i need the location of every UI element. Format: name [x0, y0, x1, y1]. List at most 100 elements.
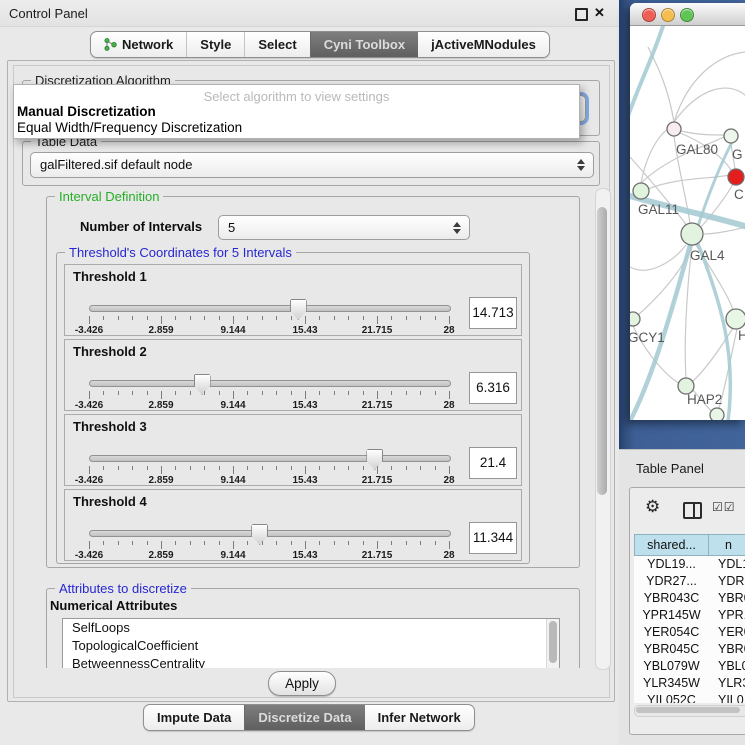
network-edge[interactable]: [630, 245, 686, 270]
network-edge[interactable]: [681, 131, 724, 135]
network-edge[interactable]: [704, 227, 745, 234]
cell-name[interactable]: YBR0: [709, 590, 745, 607]
tab-style[interactable]: Style: [186, 32, 244, 57]
number-of-intervals-label: Number of Intervals: [80, 219, 202, 234]
cell-shared-name[interactable]: YIL052C: [634, 692, 709, 703]
table-row[interactable]: YDL19...YDL1: [634, 556, 745, 573]
cell-name[interactable]: YPR1: [709, 607, 745, 624]
slider-tick-label: -3.426: [75, 550, 103, 561]
numerical-attributes-list[interactable]: SelfLoopsTopologicalCoefficientBetweenne…: [62, 618, 560, 668]
slider-tick-label: 2.859: [148, 325, 173, 336]
gear-icon[interactable]: ⚙: [645, 497, 660, 517]
cell-shared-name[interactable]: YBL079W: [634, 658, 709, 675]
slider-track[interactable]: [89, 455, 451, 462]
tab-jactivemnodules[interactable]: jActiveMNodules: [418, 32, 549, 57]
node-label: GAL80: [676, 142, 718, 157]
network-thick-edge[interactable]: [630, 26, 663, 119]
network-edge[interactable]: [638, 245, 692, 315]
tab-infer-network[interactable]: Infer Network: [365, 705, 474, 730]
threshold-slider[interactable]: -3.4262.8599.14415.4321.71528: [89, 526, 449, 560]
cell-shared-name[interactable]: YPR145W: [634, 607, 709, 624]
network-window-titlebar[interactable]: [630, 3, 745, 26]
slider-track[interactable]: [89, 380, 451, 387]
threshold-value-field[interactable]: 14.713: [469, 297, 517, 329]
settings-scrollbar-thumb[interactable]: [597, 207, 607, 495]
attribute-list-item[interactable]: TopologicalCoefficient: [63, 637, 559, 655]
close-icon[interactable]: ✕: [594, 5, 605, 21]
number-of-intervals-combobox[interactable]: 5: [218, 215, 470, 240]
table-row[interactable]: YBR043CYBR0: [634, 590, 745, 607]
cell-name[interactable]: YBR0: [709, 641, 745, 658]
cell-name[interactable]: YIL0: [709, 692, 745, 703]
table-row[interactable]: YBR045CYBR0: [634, 641, 745, 658]
table-row[interactable]: YPR145WYPR1: [634, 607, 745, 624]
close-traffic-light-icon[interactable]: [642, 8, 656, 22]
table-row[interactable]: YBL079WYBL0: [634, 658, 745, 675]
float-window-icon[interactable]: [575, 8, 588, 21]
threshold-value-field[interactable]: 6.316: [469, 372, 517, 404]
minimize-traffic-light-icon[interactable]: [661, 8, 675, 22]
threshold-label: Threshold 4: [73, 494, 147, 509]
cell-name[interactable]: YER0: [709, 624, 745, 641]
tab-style-label: Style: [200, 32, 231, 57]
cell-name[interactable]: YBL0: [709, 658, 745, 675]
table-row[interactable]: YER054CYER0: [634, 624, 745, 641]
threshold-slider[interactable]: -3.4262.8599.14415.4321.71528: [89, 451, 449, 485]
table-data-combobox[interactable]: galFiltered.sif default node: [30, 152, 594, 178]
cell-name[interactable]: YDL1: [709, 556, 745, 573]
slider-track[interactable]: [89, 305, 451, 312]
attributes-list-scrollbar[interactable]: [546, 619, 559, 668]
tab-select[interactable]: Select: [244, 32, 309, 57]
table-row[interactable]: YIL052CYIL0: [634, 692, 745, 703]
network-node[interactable]: [726, 309, 745, 329]
popup-option-equal-width-frequency[interactable]: Equal Width/Frequency Discretization: [17, 120, 242, 135]
table-data-combobox-value: galFiltered.sif default node: [40, 153, 192, 176]
table-horizontal-scrollbar[interactable]: [634, 705, 745, 717]
tab-impute-data[interactable]: Impute Data: [144, 705, 244, 730]
network-node[interactable]: [710, 408, 724, 420]
cell-shared-name[interactable]: YLR345W: [634, 675, 709, 692]
network-node[interactable]: [728, 169, 744, 185]
cell-shared-name[interactable]: YER054C: [634, 624, 709, 641]
column-header-name[interactable]: n: [709, 534, 745, 556]
network-node[interactable]: [681, 223, 703, 245]
attribute-list-item[interactable]: BetweennessCentrality: [63, 655, 559, 668]
zoom-traffic-light-icon[interactable]: [680, 8, 694, 22]
cell-shared-name[interactable]: YBR043C: [634, 590, 709, 607]
slider-track[interactable]: [89, 530, 451, 537]
threshold-slider[interactable]: -3.4262.8599.14415.4321.71528: [89, 376, 449, 410]
cell-shared-name[interactable]: YDL19...: [634, 556, 709, 573]
tab-network[interactable]: Network: [91, 32, 186, 57]
threshold-slider[interactable]: -3.4262.8599.14415.4321.71528: [89, 301, 449, 335]
cell-name[interactable]: YLR3: [709, 675, 745, 692]
threshold-value-field[interactable]: 21.4: [469, 447, 517, 479]
cell-name[interactable]: YDR2: [709, 573, 745, 590]
table-scrollbar-thumb[interactable]: [636, 707, 740, 713]
network-node[interactable]: [630, 312, 640, 326]
threshold-panel-2: Threshold 2 -3.4262.8599.14415.4321.7152…: [64, 339, 522, 411]
settings-vertical-scrollbar[interactable]: [595, 188, 611, 670]
threshold-value-field[interactable]: 11.344: [469, 522, 517, 554]
tab-discretize-data[interactable]: Discretize Data: [244, 705, 364, 730]
apply-button[interactable]: Apply: [268, 671, 336, 696]
attributes-scrollbar-thumb[interactable]: [549, 621, 557, 663]
attribute-list-item[interactable]: SelfLoops: [63, 619, 559, 637]
table-row[interactable]: YLR345WYLR3: [634, 675, 745, 692]
cell-shared-name[interactable]: YBR045C: [634, 641, 709, 658]
network-node[interactable]: [667, 122, 681, 136]
settings-scroll-viewport: Interval Definition Number of Intervals …: [20, 188, 596, 668]
network-node[interactable]: [633, 183, 649, 199]
network-edge[interactable]: [674, 52, 745, 122]
column-header-shared-name[interactable]: shared...: [634, 534, 709, 556]
network-node[interactable]: [724, 129, 738, 143]
slider-tick-label: 15.43: [292, 400, 317, 411]
columns-icon[interactable]: [683, 502, 702, 519]
network-canvas[interactable]: GAL80GCGAL11GAL4GCY1HHAP2: [630, 26, 745, 420]
tab-cyni-toolbox[interactable]: Cyni Toolbox: [310, 32, 418, 57]
popup-option-manual-discretization[interactable]: Manual Discretization: [17, 104, 156, 119]
table-row[interactable]: YDR27...YDR2: [634, 573, 745, 590]
select-columns-checkboxes-icon[interactable]: ☑☑: [712, 500, 736, 514]
network-view-window[interactable]: GAL80GCGAL11GAL4GCY1HHAP2: [630, 3, 745, 420]
network-edge[interactable]: [674, 88, 745, 122]
cell-shared-name[interactable]: YDR27...: [634, 573, 709, 590]
